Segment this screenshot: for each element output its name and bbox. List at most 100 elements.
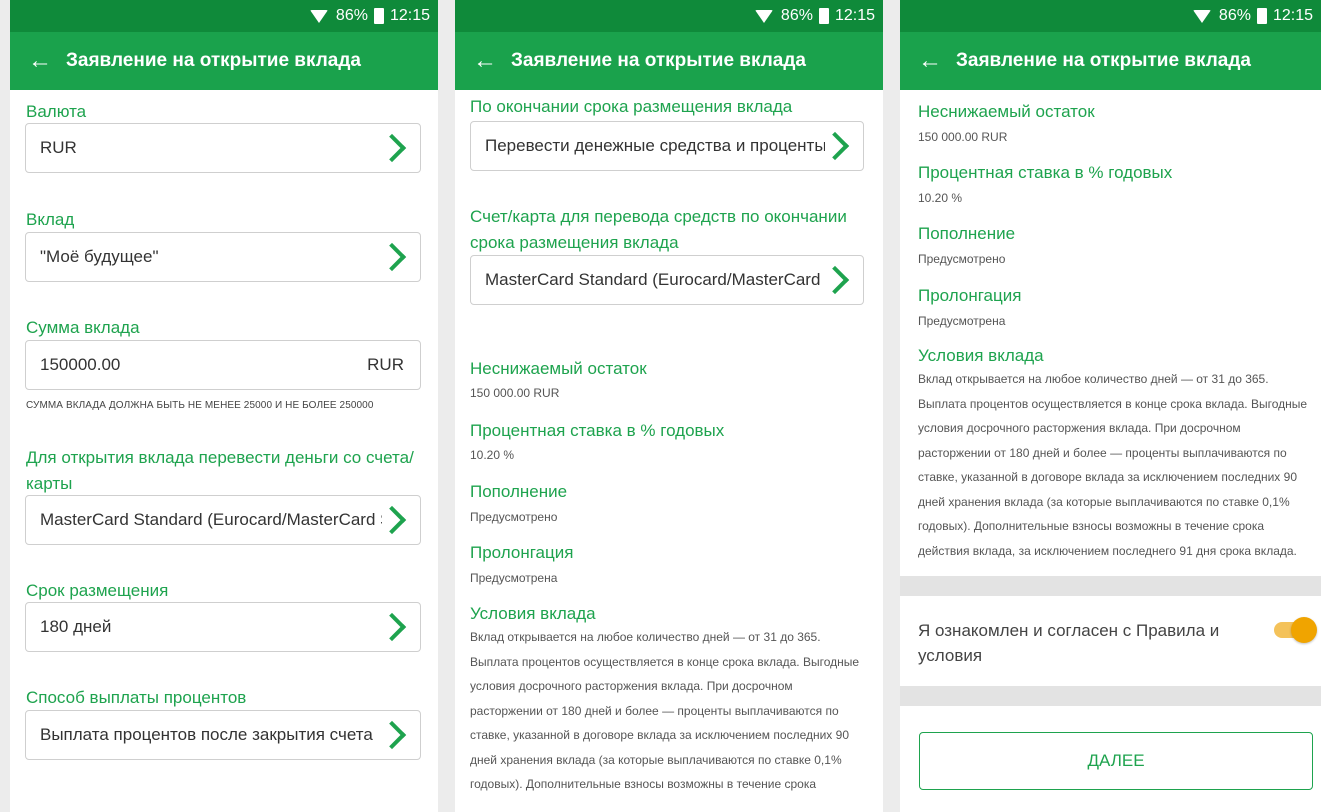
wifi-icon [754,9,773,23]
amount-input[interactable]: 150000.00 RUR [25,340,421,390]
rate-value: 10.20 % [470,448,515,462]
topup-label: Пополнение [918,224,1016,243]
conditions-line: Выплата процентов осуществляется в конце… [470,654,860,669]
term-select[interactable]: 180 дней [25,602,421,652]
prolongation-value: Предусмотрена [470,571,558,585]
chevron-right-icon [377,720,407,750]
topup-value: Предусмотрено [918,252,1006,266]
source-account-select[interactable]: MasterCard Standard (Eurocard/MasterCard… [25,495,421,545]
chevron-right-icon [377,133,407,163]
conditions-line: дней хранения вклада (за которые выплачи… [918,494,1290,509]
agreement-text: Я ознакомлен и согласен с Правила и усло… [918,618,1219,668]
conditions-line: Вклад открывается на любое количество дн… [918,372,1269,386]
next-button-label: ДАЛЕЕ [1087,751,1145,770]
amount-currency: RUR [367,355,404,374]
rate-value: 10.20 % [918,191,963,205]
source-label-line-1: Для открытия вклада перевести деньги со … [26,448,414,467]
payout-account-value: MasterCard Standard (Eurocard/MasterCard… [485,270,825,289]
agreement-line-1: Я ознакомлен и согласен с Правила и [918,621,1220,640]
amount-value: 150000.00 [40,355,121,374]
screen-deposit-form-3: 86% 12:15 ← Заявление на открытие вклада… [900,0,1321,812]
deposit-label: Вклад [26,210,75,229]
conditions-line: годовых). Дополнительные взносы возможны… [470,777,817,791]
section-divider [900,576,1321,596]
prolongation-value: Предусмотрена [918,314,1006,328]
end-of-term-select[interactable]: Перевести денежные средства и проценты н… [470,121,864,171]
amount-hint: СУММА ВКЛАДА ДОЛЖНА БЫТЬ НЕ МЕНЕЕ 25000 … [26,400,374,411]
page-title: Заявление на открытие вклада [511,50,806,71]
currency-select[interactable]: RUR [25,123,421,173]
source-account-value: MasterCard Standard (Eurocard/MasterCard… [40,510,382,529]
conditions-line: ставке, указанной в договоре вклада за и… [918,470,1297,484]
payout-select[interactable]: Выплата процентов после закрытия счета [25,710,421,760]
source-label-line-2: карты [26,474,73,493]
chevron-right-icon [377,505,407,535]
next-button[interactable]: ДАЛЕЕ [919,732,1313,790]
conditions-text: Вклад открывается на любое количество дн… [918,367,1318,563]
conditions-label: Условия вклада [918,346,1044,365]
conditions-text: Вклад открывается на любое количество дн… [470,625,875,797]
status-bar: 86% 12:15 [900,0,1321,32]
battery-icon [1256,8,1267,24]
conditions-line: годовых). Дополнительные взносы возможны… [918,519,1265,533]
min-balance-value: 150 000.00 RUR [470,386,560,400]
end-of-term-label: По окончании срока размещения вклада [470,97,793,116]
page-title: Заявление на открытие вклада [956,50,1251,71]
conditions-line: условия досрочного расторжения вклада. П… [918,421,1241,435]
chevron-right-icon [820,131,850,161]
status-bar: 86% 12:15 [10,0,438,32]
payout-account-select[interactable]: MasterCard Standard (Eurocard/MasterCard… [470,255,864,305]
section-divider [900,686,1321,706]
conditions-label: Условия вклада [470,604,596,623]
agreement-toggle[interactable] [1270,615,1320,645]
wifi-icon [1192,9,1211,23]
topup-value: Предусмотрено [470,510,558,524]
page-title: Заявление на открытие вклада [66,50,361,71]
conditions-line: Вклад открывается на любое количество дн… [470,630,821,644]
payout-account-label: Счет/карта для перевода средств по оконч… [470,204,847,256]
conditions-line: действия вклада, за исключением последне… [918,543,1297,558]
clock: 12:15 [1272,7,1313,24]
currency-label: Валюта [26,102,87,121]
currency-value: RUR [40,138,77,157]
payout-value: Выплата процентов после закрытия счета [40,725,373,744]
payout-account-label-line-2: срока размещения вклада [470,233,679,252]
battery-icon [818,8,829,24]
battery-percent: 86% [335,7,368,24]
prolongation-label: Пролонгация [918,286,1022,305]
term-label: Срок размещения [26,581,169,600]
screen-deposit-form-2: 86% 12:15 ← Заявление на открытие вклада… [455,0,883,812]
conditions-line: ставке, указанной в договоре вклада за и… [470,728,849,742]
back-arrow-icon[interactable]: ← [28,49,52,73]
app-bar: ← Заявление на открытие вклада [455,32,883,90]
payout-label: Способ выплаты процентов [26,688,247,707]
deposit-value: "Моё будущее" [40,247,159,266]
min-balance-label: Неснижаемый остаток [918,102,1095,121]
payout-account-label-line-1: Счет/карта для перевода средств по оконч… [470,207,847,226]
app-bar: ← Заявление на открытие вклада [900,32,1321,90]
conditions-line: дней хранения вклада (за которые выплачи… [470,752,842,767]
status-bar: 86% 12:15 [455,0,883,32]
screen-deposit-form-1: 86% 12:15 ← Заявление на открытие вклада… [10,0,438,812]
deposit-select[interactable]: "Моё будущее" [25,232,421,282]
app-bar: ← Заявление на открытие вклада [10,32,438,90]
conditions-line: условия досрочного расторжения вклада. П… [470,679,793,693]
chevron-right-icon [820,265,850,295]
rate-label: Процентная ставка в % годовых [918,163,1173,182]
source-account-label: Для открытия вклада перевести деньги со … [26,445,414,497]
battery-icon [373,8,384,24]
back-arrow-icon[interactable]: ← [918,49,942,73]
end-of-term-value: Перевести денежные средства и проценты н… [485,136,825,155]
conditions-line: расторжении от 180 дней и более — процен… [470,703,839,718]
agreement-line-2: условия [918,646,983,665]
wifi-icon [309,9,328,23]
chevron-right-icon [377,242,407,272]
conditions-line: расторжении от 180 дней и более — процен… [918,445,1287,460]
back-arrow-icon[interactable]: ← [473,49,497,73]
clock: 12:15 [389,7,430,24]
battery-percent: 86% [780,7,813,24]
topup-label: Пополнение [470,482,568,501]
amount-label: Сумма вклада [26,318,140,337]
clock: 12:15 [834,7,875,24]
battery-percent: 86% [1218,7,1251,24]
